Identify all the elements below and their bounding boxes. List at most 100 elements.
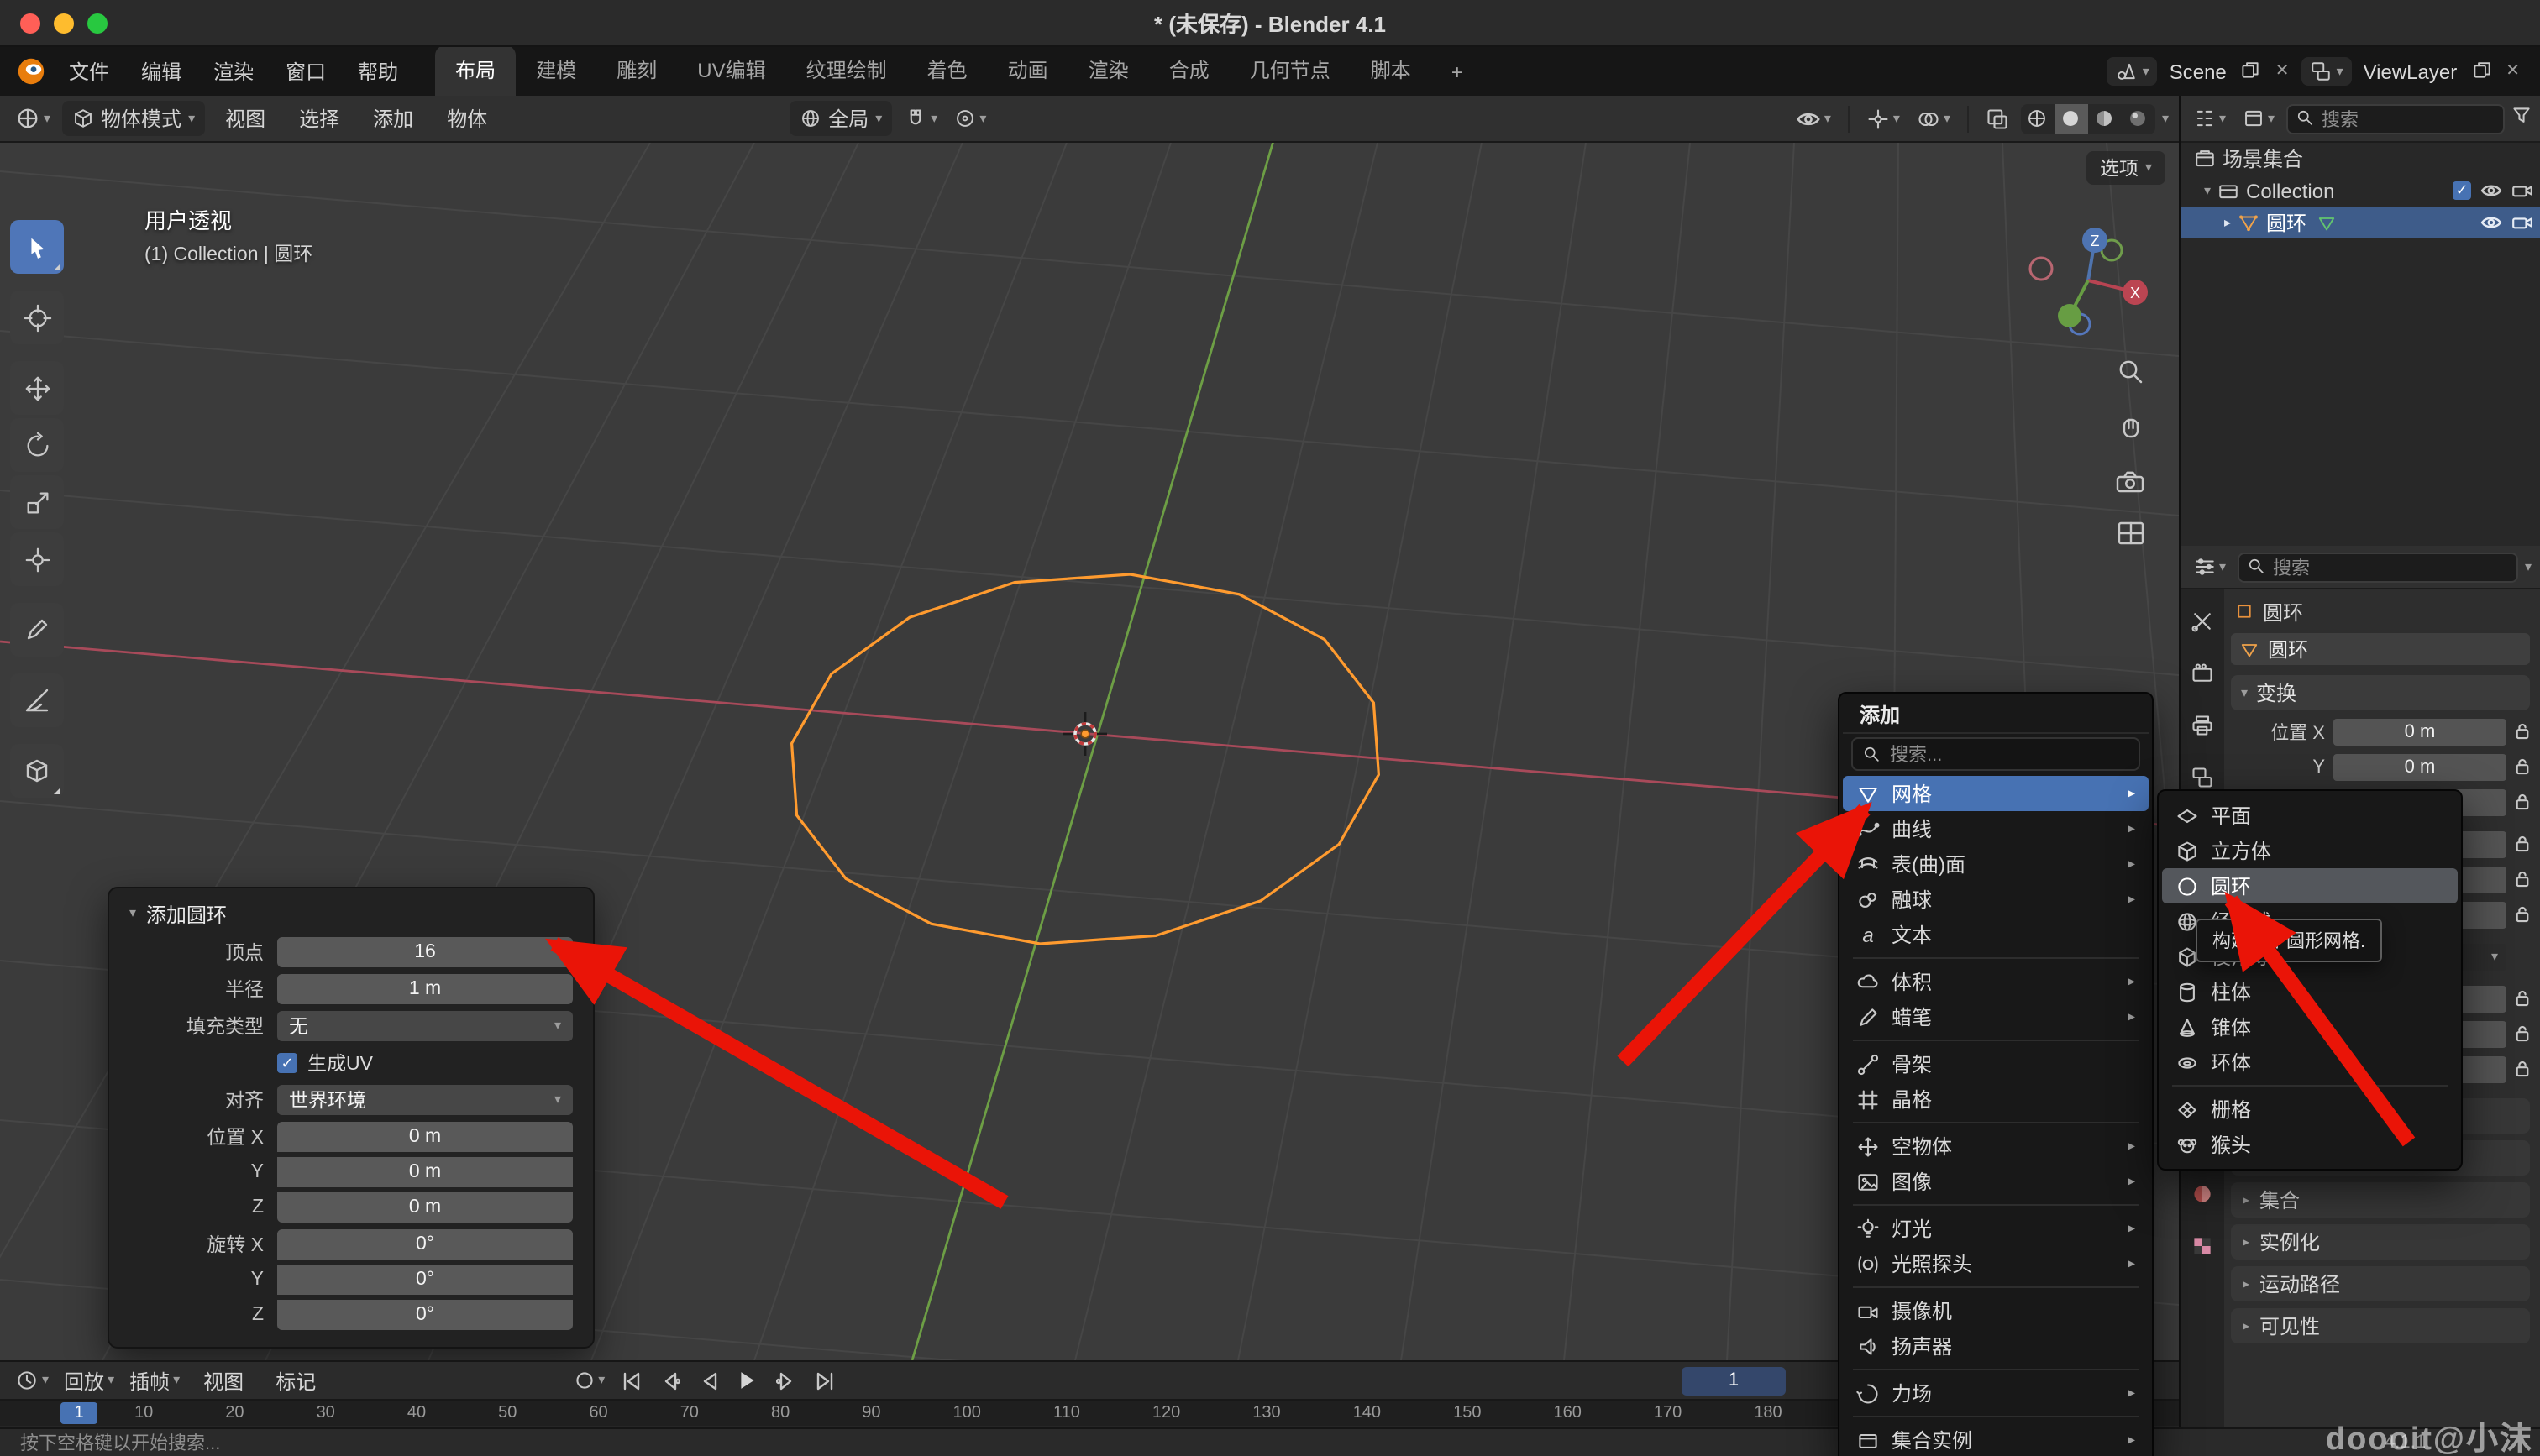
blender-logo-icon[interactable] — [17, 57, 45, 86]
viewlayer-name[interactable]: ViewLayer — [2360, 60, 2461, 83]
tab-modeling[interactable]: 建模 — [516, 45, 596, 96]
add-menu-item-speaker[interactable]: 扬声器 — [1843, 1328, 2149, 1364]
outliner-search-input[interactable]: 搜索 — [2286, 103, 2505, 134]
navigation-gizmo[interactable]: Z X — [2024, 217, 2152, 344]
add-menu-search-input[interactable]: 搜索... — [1851, 737, 2140, 771]
add-menu-item-armature[interactable]: 骨架 — [1843, 1046, 2149, 1082]
tab-sculpting[interactable]: 雕刻 — [596, 45, 677, 96]
mesh-item-grid[interactable]: 栅格 — [2162, 1092, 2458, 1127]
add-menu-item-light-probe[interactable]: 光照探头 ▸ — [1843, 1246, 2149, 1281]
tab-animation[interactable]: 动画 — [988, 45, 1068, 96]
properties-editor-type-button[interactable]: ▾ — [2189, 553, 2231, 581]
object-name-field[interactable]: 圆环 — [2231, 633, 2530, 665]
show-hide-dropdown[interactable]: ▾ — [1791, 107, 1836, 130]
properties-search-input[interactable]: 搜索 — [2238, 552, 2518, 582]
playback-menu[interactable]: 回放 ▾ — [59, 1363, 119, 1398]
timeline-view-menu[interactable]: 视图 — [190, 1361, 257, 1400]
transform-panel-header[interactable]: ▾ 变换 — [2231, 675, 2530, 710]
scene-new-button[interactable] — [2238, 60, 2264, 83]
tab-texture[interactable] — [2183, 1228, 2222, 1263]
lock-icon[interactable] — [2515, 1060, 2530, 1078]
location-y-field[interactable]: 0 m — [2333, 753, 2506, 780]
tab-material[interactable] — [2183, 1176, 2222, 1211]
tab-render[interactable] — [2183, 655, 2222, 690]
location-y-field[interactable]: 0 m — [277, 1157, 573, 1187]
viewlayer-delete-button[interactable]: ✕ — [2502, 62, 2523, 81]
menu-add[interactable]: 添加 — [359, 99, 427, 138]
timeline-editor-type-button[interactable]: ▾ — [10, 1365, 54, 1396]
tab-uv-editing[interactable]: UV编辑 — [677, 45, 785, 96]
tab-texture-paint[interactable]: 纹理绘制 — [786, 45, 907, 96]
mesh-item-cube[interactable]: 立方体 — [2162, 833, 2458, 868]
menu-select[interactable]: 选择 — [286, 99, 353, 138]
eye-icon[interactable] — [2480, 215, 2503, 230]
menu-file[interactable]: 文件 — [54, 52, 124, 91]
generate-uv-checkbox[interactable]: ✓ 生成UV — [277, 1050, 573, 1076]
transform-orientation-dropdown[interactable]: 全局 ▾ — [790, 101, 892, 136]
jump-to-end-button[interactable] — [808, 1367, 842, 1394]
prev-keyframe-button[interactable] — [653, 1367, 687, 1394]
gizmos-dropdown[interactable]: ▾ — [1861, 103, 1905, 134]
mesh-item-cone[interactable]: 锥体 — [2162, 1009, 2458, 1045]
viewport-options-button[interactable]: 选项 ▾ — [2086, 151, 2165, 185]
snap-toggle-button[interactable]: ▾ — [899, 103, 942, 134]
scene-name[interactable]: Scene — [2166, 60, 2230, 83]
render-camera-icon[interactable] — [2511, 215, 2533, 230]
location-x-field[interactable]: 0 m — [2333, 718, 2506, 745]
outliner-filter-button[interactable] — [2511, 106, 2532, 131]
keying-menu[interactable]: 插帧 ▾ — [124, 1363, 185, 1398]
lock-icon[interactable] — [2515, 905, 2530, 924]
outliner-row-circle-object[interactable]: ▸ 圆环 — [2181, 207, 2540, 238]
section-collections[interactable]: ▸集合 — [2231, 1182, 2530, 1218]
add-menu-item-volume[interactable]: 体积 ▸ — [1843, 964, 2149, 999]
tab-layout[interactable]: 布局 — [435, 45, 516, 96]
tab-output[interactable] — [2183, 707, 2222, 742]
selectability-checkbox[interactable]: ✓ — [2453, 181, 2471, 200]
align-dropdown[interactable]: 世界环境 ▾ — [277, 1085, 573, 1115]
pan-hand-button[interactable] — [2116, 413, 2144, 447]
vertices-field[interactable]: 16 — [277, 937, 573, 967]
chevron-down-icon[interactable]: ▾ — [2162, 112, 2169, 125]
add-menu-item-lattice[interactable]: 晶格 — [1843, 1082, 2149, 1117]
menu-render[interactable]: 渲染 — [198, 52, 269, 91]
viewlayer-new-button[interactable] — [2469, 60, 2494, 83]
add-menu-item-force-field[interactable]: 力场 ▸ — [1843, 1375, 2149, 1411]
section-instancing[interactable]: ▸实例化 — [2231, 1224, 2530, 1260]
measure-tool[interactable] — [10, 673, 64, 727]
timeline-markers-menu[interactable]: 标记 — [262, 1361, 329, 1400]
orthographic-toggle-button[interactable] — [2116, 521, 2144, 551]
expand-icon[interactable]: ▸ — [2224, 216, 2231, 229]
lock-icon[interactable] — [2515, 1024, 2530, 1043]
annotate-tool[interactable] — [10, 603, 64, 657]
transform-tool[interactable] — [10, 532, 64, 586]
rotate-tool[interactable] — [10, 418, 64, 472]
scale-tool[interactable] — [10, 475, 64, 529]
auto-keying-button[interactable]: ▾ — [569, 1367, 610, 1394]
proportional-edit-button[interactable]: ▾ — [949, 104, 991, 133]
jump-to-start-button[interactable] — [615, 1367, 648, 1394]
breadcrumb-object[interactable]: 圆环 — [2263, 597, 2303, 626]
play-reverse-button[interactable] — [692, 1367, 726, 1394]
fill-type-dropdown[interactable]: 无 ▾ — [277, 1011, 573, 1041]
viewlayer-browse-button[interactable]: ▾ — [2301, 57, 2352, 86]
lock-icon[interactable] — [2515, 870, 2530, 888]
cursor-tool[interactable] — [10, 291, 64, 344]
expand-icon[interactable]: ▾ — [2204, 184, 2211, 197]
mesh-item-circle[interactable]: 圆环 — [2162, 868, 2458, 903]
gizmo-y-dot[interactable] — [2058, 304, 2081, 327]
add-primitive-tool[interactable] — [10, 744, 64, 798]
outliner-row-scene-collection[interactable]: 场景集合 — [2181, 143, 2540, 175]
tab-shading[interactable]: 着色 — [907, 45, 988, 96]
location-x-field[interactable]: 0 m — [277, 1122, 573, 1152]
rotation-z-field[interactable]: 0° — [277, 1300, 573, 1330]
menu-edit[interactable]: 编辑 — [126, 52, 197, 91]
lock-icon[interactable] — [2515, 757, 2530, 776]
section-motion-paths[interactable]: ▸运动路径 — [2231, 1266, 2530, 1301]
add-menu-item-curve[interactable]: 曲线 ▸ — [1843, 811, 2149, 846]
zoom-button[interactable] — [2116, 358, 2144, 391]
add-menu-item-light[interactable]: 灯光 ▸ — [1843, 1211, 2149, 1246]
outliner-row-collection[interactable]: ▾ Collection ✓ — [2181, 175, 2540, 207]
menu-help[interactable]: 帮助 — [343, 52, 413, 91]
outliner-display-mode-button[interactable]: ▾ — [2238, 104, 2280, 133]
editor-type-button[interactable]: ▾ — [10, 102, 55, 134]
